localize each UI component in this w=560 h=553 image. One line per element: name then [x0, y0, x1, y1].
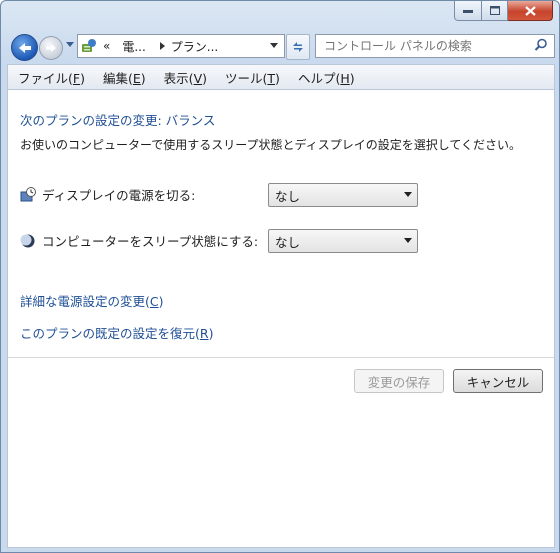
- menu-bar: ファイル(F) 編集(E) 表示(V) ツール(T) ヘルプ(H): [7, 64, 555, 89]
- save-changes-button[interactable]: 変更の保存: [354, 369, 444, 393]
- minimize-icon: [463, 9, 473, 13]
- recent-pages-dropdown-icon[interactable]: [66, 42, 74, 47]
- back-button[interactable]: [11, 34, 38, 61]
- menu-view[interactable]: 表示(V): [154, 68, 215, 87]
- moon-sleep-icon: [20, 234, 35, 247]
- back-arrow-icon: [18, 42, 31, 53]
- page-title: 次のプランの設定の変更: バランス: [20, 113, 216, 128]
- refresh-button[interactable]: [286, 34, 310, 60]
- content-pane: 次のプランの設定の変更: バランス お使いのコンピューターで使用するスリープ状態…: [7, 89, 555, 548]
- navigation-bar: « 電... プラン...: [9, 31, 555, 63]
- chevron-down-icon: [404, 238, 412, 243]
- breadcrumb-separator-icon[interactable]: [159, 42, 165, 50]
- page-description: お使いのコンピューターで使用するスリープ状態とディスプレイの設定を選択してくださ…: [20, 138, 522, 152]
- address-dropdown-icon[interactable]: [270, 43, 278, 48]
- menu-help[interactable]: ヘルプ(H): [288, 68, 363, 87]
- cancel-button[interactable]: キャンセル: [453, 369, 543, 393]
- search-box[interactable]: [315, 34, 555, 58]
- control-panel-window: « 電... プラン... ファイル(F) 編集(E) 表示(V) ツール(T): [0, 0, 560, 553]
- control-panel-icon: [82, 39, 96, 52]
- minimize-button[interactable]: [454, 1, 482, 21]
- display-off-value: なし: [275, 188, 301, 204]
- sleep-select[interactable]: なし: [268, 229, 418, 253]
- caption-buttons: [454, 1, 553, 21]
- menu-tools[interactable]: ツール(T): [215, 68, 288, 87]
- search-icon[interactable]: [534, 38, 548, 52]
- forward-arrow-icon: [46, 44, 56, 52]
- sleep-row: コンピューターをスリープ状態にする:: [20, 231, 258, 250]
- sleep-value: なし: [275, 234, 301, 250]
- refresh-icon: [293, 42, 303, 52]
- display-clock-icon: [20, 186, 36, 201]
- display-off-row: ディスプレイの電源を切る:: [20, 185, 195, 204]
- restore-defaults-link[interactable]: このプランの既定の設定を復元(R): [20, 323, 213, 342]
- close-button[interactable]: [508, 1, 553, 21]
- maximize-icon: [489, 6, 500, 15]
- display-off-select[interactable]: なし: [268, 183, 418, 207]
- breadcrumb-power-options[interactable]: 電...: [122, 38, 145, 55]
- address-bar[interactable]: « 電... プラン...: [77, 34, 285, 58]
- menu-edit[interactable]: 編集(E): [93, 68, 154, 87]
- maximize-button[interactable]: [482, 1, 508, 21]
- search-input[interactable]: [322, 35, 526, 57]
- address-overflow-chevron[interactable]: «: [103, 39, 110, 53]
- menu-file[interactable]: ファイル(F): [8, 68, 93, 87]
- breadcrumb-edit-plan[interactable]: プラン...: [171, 38, 218, 55]
- forward-button[interactable]: [39, 36, 63, 60]
- close-icon: [524, 5, 536, 16]
- advanced-settings-link[interactable]: 詳細な電源設定の変更(C): [20, 291, 164, 310]
- divider: [8, 357, 554, 358]
- chevron-down-icon: [404, 192, 412, 197]
- display-off-label: ディスプレイの電源を切る:: [42, 188, 196, 203]
- sleep-label: コンピューターをスリープ状態にする:: [42, 234, 259, 249]
